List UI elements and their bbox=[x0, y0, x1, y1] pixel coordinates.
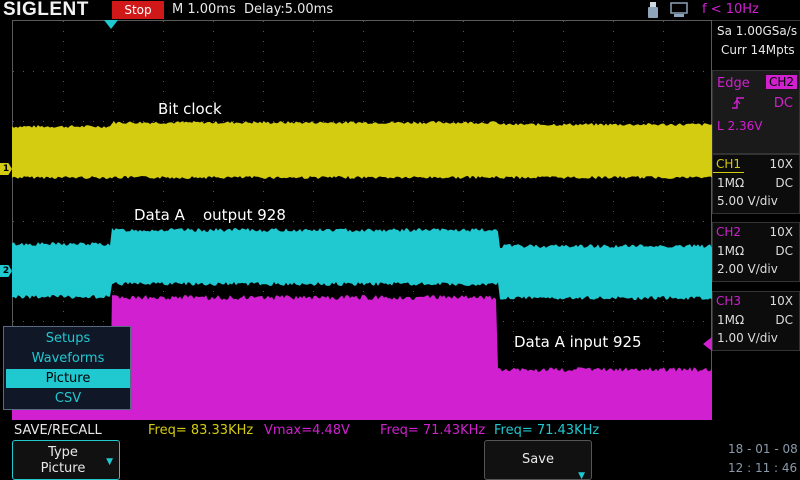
ch3-probe: 10X bbox=[769, 294, 794, 308]
ch2-scale: 2.00 V/div bbox=[717, 262, 778, 276]
ch1-settings-box[interactable]: CH1 10X 1MΩ DC 5.00 V/div bbox=[712, 154, 800, 214]
save-button-label: Save bbox=[522, 452, 554, 467]
ch1-impedance: 1MΩ bbox=[717, 176, 745, 190]
ch2-probe: 10X bbox=[769, 225, 794, 239]
annotation-output: output 928 bbox=[203, 206, 286, 224]
menu-title: SAVE/RECALL bbox=[14, 423, 102, 438]
measurement-ch3-freq: Freq= 71.43KHz bbox=[380, 423, 486, 438]
ch2-offset-marker[interactable]: 2 bbox=[0, 265, 12, 277]
network-icon bbox=[670, 2, 688, 17]
time-readout: 12 : 11 : 46 bbox=[728, 461, 798, 475]
annotation-input: Data A input 925 bbox=[514, 333, 642, 351]
ch3-settings-box[interactable]: CH3 10X 1MΩ DC 1.00 V/div bbox=[712, 291, 800, 351]
ch1-probe: 10X bbox=[769, 157, 794, 171]
trigger-coupling: DC bbox=[773, 96, 793, 111]
trigger-frequency-readout: f < 10Hz bbox=[702, 2, 759, 17]
trigger-type: Edge bbox=[717, 76, 750, 91]
ch3-impedance: 1MΩ bbox=[717, 313, 745, 327]
ch2-label: CH2 bbox=[716, 225, 742, 239]
memory-depth: Curr 14Mpts bbox=[721, 43, 795, 57]
ch2-impedance: 1MΩ bbox=[717, 244, 745, 258]
date-readout: 18 - 01 - 08 bbox=[728, 442, 798, 456]
ch3-coupling: DC bbox=[775, 313, 793, 327]
timebase-readout: M 1.00ms bbox=[172, 2, 236, 17]
annotation-bit-clock: Bit clock bbox=[158, 100, 222, 118]
top-status-bar: SIGLENT Stop M 1.00ms Delay:5.00ms f < 1… bbox=[0, 0, 800, 20]
ch3-scale: 1.00 V/div bbox=[717, 331, 778, 345]
trigger-source: CH2 bbox=[765, 75, 797, 89]
ch1-label: CH1 bbox=[713, 155, 745, 173]
trigger-box[interactable]: Edge CH2 DC L 2.36V bbox=[712, 70, 800, 154]
menu-item-setups[interactable]: Setups bbox=[6, 329, 130, 348]
menu-item-csv[interactable]: CSV bbox=[6, 389, 130, 408]
type-softkey-value: Picture bbox=[40, 461, 86, 476]
ch1-coupling: DC bbox=[775, 176, 793, 190]
sample-rate: Sa 1.00GSa/s bbox=[717, 24, 798, 38]
ch3-label: CH3 bbox=[716, 294, 742, 308]
measurement-ch1-freq: Freq= 83.33KHz bbox=[148, 423, 254, 438]
menu-item-picture[interactable]: Picture bbox=[6, 369, 130, 388]
usb-icon bbox=[648, 2, 658, 18]
trigger-level: L 2.36V bbox=[717, 119, 763, 133]
measurement-bar: SAVE/RECALL Freq= 83.33KHz Vmax=4.48V Fr… bbox=[0, 420, 712, 440]
ch2-coupling: DC bbox=[775, 244, 793, 258]
chevron-down-icon: ▼ bbox=[106, 457, 113, 467]
trigger-position-marker[interactable] bbox=[104, 20, 118, 29]
rising-edge-icon bbox=[732, 97, 744, 109]
type-popup-menu: Setups Waveforms Picture CSV bbox=[3, 326, 131, 410]
annotation-data-a: Data A bbox=[134, 206, 185, 224]
right-info-panel: Sa 1.00GSa/s Curr 14Mpts Edge CH2 DC L 2… bbox=[712, 20, 800, 420]
ch2-trace bbox=[12, 228, 712, 300]
ch1-offset-marker[interactable]: 1 bbox=[0, 163, 12, 175]
brand-logo: SIGLENT bbox=[3, 0, 89, 20]
type-softkey-label: Type bbox=[48, 445, 78, 460]
save-button[interactable]: Save ▼ bbox=[484, 440, 592, 480]
acquisition-box[interactable]: Sa 1.00GSa/s Curr 14Mpts bbox=[712, 20, 800, 64]
run-stop-indicator[interactable]: Stop bbox=[112, 1, 164, 19]
chevron-down-icon: ▼ bbox=[578, 471, 585, 480]
measurement-ch2-freq: Freq= 71.43KHz bbox=[494, 423, 600, 438]
ch1-trace bbox=[12, 121, 712, 179]
measurement-vmax: Vmax=4.48V bbox=[264, 423, 350, 438]
trigger-level-marker[interactable] bbox=[703, 337, 712, 351]
delay-readout: Delay:5.00ms bbox=[244, 2, 334, 17]
ch1-scale: 5.00 V/div bbox=[717, 194, 778, 208]
ch2-settings-box[interactable]: CH2 10X 1MΩ DC 2.00 V/div bbox=[712, 222, 800, 282]
menu-item-waveforms[interactable]: Waveforms bbox=[6, 349, 130, 368]
type-softkey[interactable]: Type Picture ▼ bbox=[12, 440, 120, 480]
